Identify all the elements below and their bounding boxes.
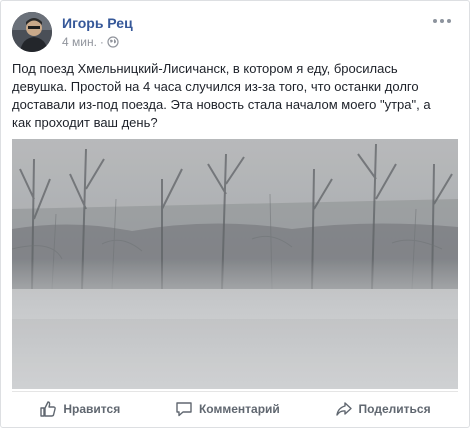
share-icon bbox=[335, 402, 352, 416]
post-photo[interactable] bbox=[12, 139, 458, 389]
avatar[interactable] bbox=[12, 12, 52, 52]
like-label: Нравится bbox=[63, 402, 121, 416]
like-button[interactable]: Нравится bbox=[29, 394, 130, 424]
share-label: Поделиться bbox=[358, 402, 431, 416]
thumbs-up-icon bbox=[40, 401, 57, 417]
post-timestamp[interactable]: 4 мин. bbox=[62, 35, 97, 49]
facebook-post: Игорь Рец 4 мин. · Под поезд Хмельницкий… bbox=[0, 0, 470, 428]
foggy-landscape-photo bbox=[12, 139, 458, 389]
globe-icon[interactable] bbox=[107, 36, 119, 48]
comment-button[interactable]: Комментарий bbox=[165, 394, 290, 424]
post-actions: Нравится Комментарий Поделиться bbox=[12, 391, 458, 426]
comment-label: Комментарий bbox=[198, 402, 280, 416]
share-button[interactable]: Поделиться bbox=[325, 394, 441, 424]
post-meta: 4 мин. · bbox=[62, 35, 119, 49]
more-options-icon[interactable] bbox=[432, 14, 452, 28]
post-text: Под поезд Хмельницкий-Лисичанск, в котор… bbox=[12, 61, 431, 130]
author-name[interactable]: Игорь Рец bbox=[62, 15, 133, 31]
comment-icon bbox=[176, 402, 192, 417]
post-header: Игорь Рец 4 мин. · bbox=[12, 12, 458, 54]
avatar-image bbox=[12, 12, 52, 52]
meta-separator: · bbox=[99, 35, 104, 49]
